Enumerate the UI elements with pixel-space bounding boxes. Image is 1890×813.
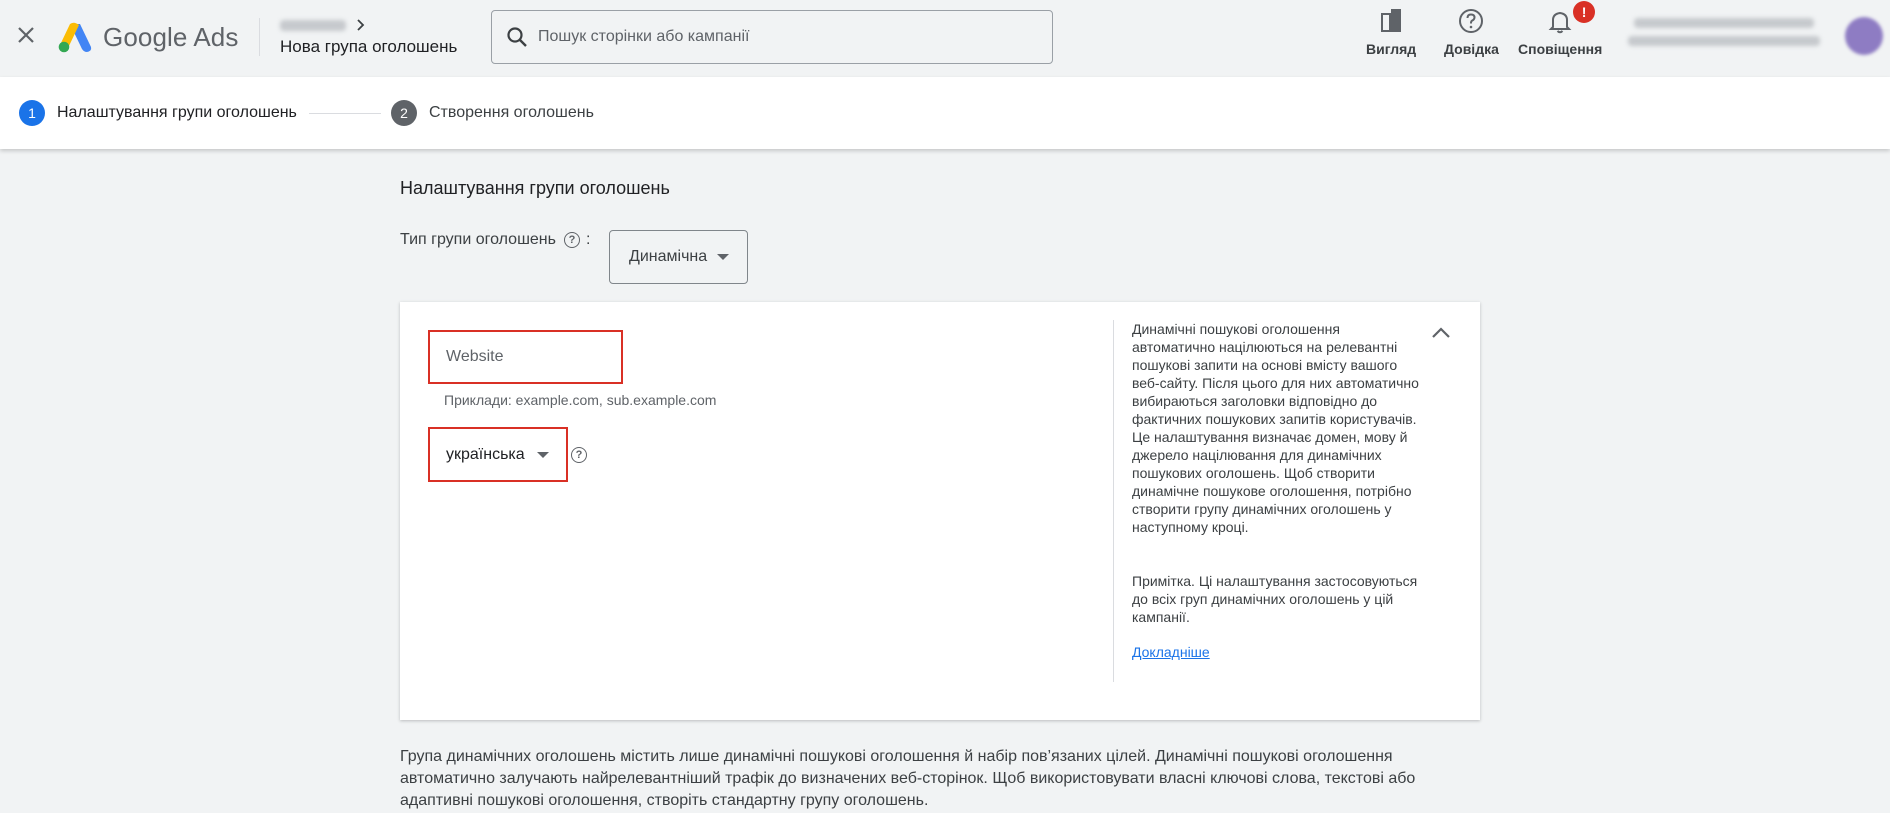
ad-group-type-label: Тип групи оголошень <box>400 231 556 248</box>
chevron-right-icon <box>357 19 365 31</box>
ad-group-description: Група динамічних оголошень містить лише … <box>400 748 1416 809</box>
website-hint: Приклади: example.com, sub.example.com <box>444 392 717 408</box>
info-note: Примітка. Ці налаштування застосовуються… <box>1132 573 1418 625</box>
search-box[interactable] <box>491 10 1053 64</box>
language-select[interactable]: українська <box>428 427 568 482</box>
search-icon <box>507 27 527 47</box>
step-ad-group-settings[interactable]: 1 Налаштування групи оголошень <box>19 100 297 126</box>
step-number: 2 <box>391 100 417 126</box>
language-help-icon[interactable]: ? <box>571 447 587 463</box>
chevron-up-icon <box>1432 327 1450 338</box>
help-icon[interactable]: ? <box>563 232 580 248</box>
logo-text: Google Ads <box>103 21 239 52</box>
header-divider <box>259 18 260 56</box>
help-button[interactable]: Довідка <box>1444 6 1499 58</box>
google-ads-logo-icon <box>58 22 92 53</box>
dropdown-arrow-icon <box>717 254 730 260</box>
page-title: Нова група оголошень <box>280 37 458 56</box>
search-input[interactable] <box>538 28 1018 46</box>
step-number: 1 <box>19 100 45 126</box>
breadcrumb: Нова група оголошень <box>280 15 457 57</box>
learn-more-link[interactable]: Докладніше <box>1132 644 1210 660</box>
ad-group-type-select[interactable]: Динамічна <box>609 230 748 284</box>
stepper: 1 Налаштування групи оголошень 2 Створен… <box>0 77 1890 149</box>
top-app-bar: Google Ads Нова група оголошень Вигляд <box>0 0 1890 77</box>
bell-icon <box>1548 11 1572 34</box>
dynamic-settings-card: Приклади: example.com, sub.example.com у… <box>400 302 1480 720</box>
section-title: Налаштування групи оголошень <box>400 178 670 198</box>
card-divider <box>1113 320 1114 682</box>
notifications-label: Сповіщення <box>1518 41 1603 57</box>
ad-group-type-row: Тип групи оголошень ? : <box>400 231 590 249</box>
avatar[interactable] <box>1845 17 1883 55</box>
notifications-button[interactable]: ! Сповіщення <box>1518 1 1603 58</box>
ad-group-type-value: Динамічна <box>629 248 708 265</box>
view-label: Вигляд <box>1366 41 1417 57</box>
google-ads-logo[interactable]: Google Ads <box>57 20 238 54</box>
step-label: Налаштування групи оголошень <box>57 104 297 121</box>
collapse-button[interactable] <box>1428 320 1454 346</box>
step-connector <box>309 113 381 114</box>
account-info-redacted[interactable] <box>1628 18 1820 54</box>
breadcrumb-campaign-redacted[interactable] <box>280 19 346 31</box>
step-create-ads[interactable]: 2 Створення оголошень <box>391 100 594 126</box>
close-icon <box>18 27 34 43</box>
website-field[interactable] <box>428 330 623 384</box>
dropdown-arrow-icon <box>536 451 549 458</box>
help-icon <box>1459 9 1484 33</box>
info-description: Динамічні пошукові оголошення автоматичн… <box>1132 321 1419 535</box>
view-icon <box>1381 9 1402 32</box>
close-button[interactable] <box>10 17 42 53</box>
type-label-colon: : <box>585 231 591 248</box>
step-label: Створення оголошень <box>429 104 594 121</box>
notifications-badge: ! <box>1573 1 1596 23</box>
help-label: Довідка <box>1444 41 1499 57</box>
language-value: українська <box>446 445 525 463</box>
view-button[interactable]: Вигляд <box>1366 6 1416 58</box>
website-input[interactable] <box>446 348 616 366</box>
